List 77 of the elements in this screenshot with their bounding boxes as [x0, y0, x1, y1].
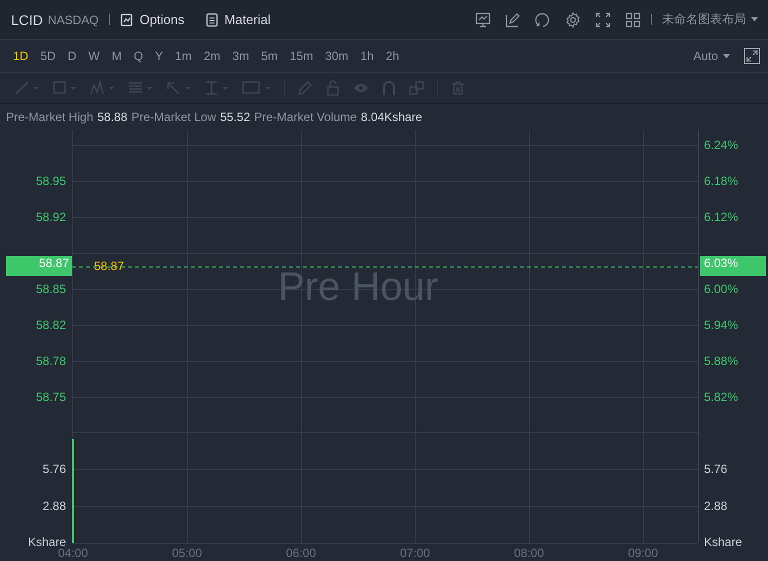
- price-line-label: 58.87: [94, 258, 124, 274]
- period-tab[interactable]: 2m: [198, 49, 226, 63]
- volume-tick: 5.76: [42, 461, 66, 477]
- label-tool-icon[interactable]: [242, 80, 272, 96]
- exchange-label: NASDAQ: [48, 12, 99, 26]
- percent-tick: 6.12%: [704, 209, 738, 225]
- time-tick: 07:00: [398, 546, 432, 560]
- caret-icon: [751, 17, 758, 22]
- time-tick: 04:00: [58, 546, 90, 560]
- period-tab[interactable]: 3m: [226, 49, 256, 63]
- header-link[interactable]: Options: [120, 12, 184, 27]
- ticker-symbol: LCID: [11, 12, 43, 28]
- scale-dropdown[interactable]: Auto: [693, 49, 730, 63]
- time-tick: 05:00: [170, 546, 204, 560]
- price-tick: 58.95: [36, 173, 66, 189]
- period-tab[interactable]: 30m: [319, 49, 354, 63]
- percent-tick: 6.24%: [704, 137, 738, 153]
- stat-label: Pre-Market High: [6, 110, 94, 124]
- magnet-icon[interactable]: [381, 80, 397, 96]
- line-tool-icon[interactable]: [14, 80, 40, 96]
- stat-value: 8.04Kshare: [360, 110, 422, 124]
- percent-tick: 5.82%: [704, 389, 738, 405]
- period-tab[interactable]: Y: [149, 49, 170, 63]
- time-tick: 09:00: [626, 546, 660, 560]
- measure-tool-icon[interactable]: [204, 80, 230, 96]
- pencil-icon[interactable]: [297, 80, 313, 96]
- volume-tick: 2.88: [42, 498, 66, 514]
- period-tab[interactable]: 5D: [34, 49, 62, 63]
- period-tab[interactable]: 5m: [255, 49, 284, 63]
- period-tab[interactable]: 1m: [169, 49, 198, 63]
- period-tab[interactable]: M: [106, 49, 128, 63]
- arrow-tool-icon[interactable]: [166, 80, 192, 96]
- period-tab[interactable]: 15m: [284, 49, 320, 63]
- monitor-chart-icon[interactable]: [475, 12, 491, 28]
- volume-unit: Kshare: [28, 534, 66, 549]
- period-tab[interactable]: Q: [128, 49, 150, 63]
- time-tick: 08:00: [512, 546, 546, 560]
- header-link[interactable]: Material: [206, 12, 271, 27]
- percent-tick: 6.18%: [704, 173, 738, 189]
- price-tick: 58.75: [36, 389, 66, 405]
- percent-tick: 6.00%: [704, 281, 738, 297]
- period-tab[interactable]: D: [62, 49, 82, 63]
- stat-label: Pre-Market Volume: [254, 110, 357, 124]
- rectangle-tool-icon[interactable]: [52, 80, 78, 96]
- layout-dropdown[interactable]: 未命名图表布局: [662, 11, 758, 28]
- stat-value: 58.88: [97, 110, 128, 124]
- volume-tick: 2.88: [704, 498, 728, 514]
- wave-tool-icon[interactable]: [90, 80, 116, 96]
- stat-label: Pre-Market Low: [131, 110, 216, 124]
- period-tab[interactable]: 2h: [380, 49, 406, 63]
- lock-icon[interactable]: [325, 80, 341, 96]
- trash-icon[interactable]: [450, 80, 466, 96]
- settings-icon[interactable]: [565, 12, 581, 28]
- fullscreen-icon[interactable]: [595, 12, 611, 28]
- percent-tick: 5.94%: [704, 317, 738, 333]
- expand-icon[interactable]: [744, 48, 760, 64]
- period-tab[interactable]: 1h: [354, 49, 380, 63]
- period-tab[interactable]: W: [82, 49, 106, 63]
- price-tick: 58.78: [36, 353, 66, 369]
- edit-icon[interactable]: [505, 12, 521, 28]
- period-tab[interactable]: 1D: [7, 49, 34, 63]
- volume-unit: Kshare: [704, 534, 742, 550]
- price-tick: 58.92: [36, 209, 66, 225]
- last-change-badge: 6.03%: [700, 256, 766, 276]
- last-price-badge: 58.87: [6, 256, 72, 276]
- volume-tick: 5.76: [704, 461, 728, 477]
- refresh-icon[interactable]: [535, 12, 551, 28]
- percent-tick: 5.88%: [704, 353, 738, 369]
- caret-icon: [723, 54, 730, 58]
- stat-value: 55.52: [220, 110, 250, 124]
- document-icon: [206, 12, 218, 26]
- grid-layout-icon[interactable]: [625, 12, 641, 28]
- layers-icon[interactable]: [409, 80, 425, 96]
- time-tick: 06:00: [284, 546, 318, 560]
- price-tick: 58.82: [36, 317, 66, 333]
- chart-document-icon: [120, 12, 134, 26]
- price-tick: 58.85: [36, 281, 66, 297]
